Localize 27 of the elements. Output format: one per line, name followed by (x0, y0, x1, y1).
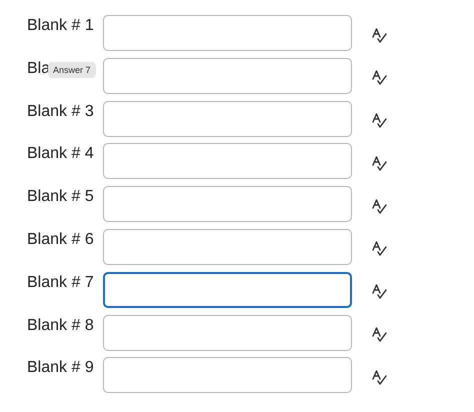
answer-field[interactable] (103, 228, 352, 265)
spellcheck-icon[interactable] (372, 113, 387, 128)
answer-field[interactable] (103, 272, 352, 308)
blank-label: Blank # 6 (27, 230, 94, 248)
blank-label: Blank # 3 (27, 102, 94, 120)
blank-label: Blank # 1 (27, 17, 94, 34)
spellcheck-icon[interactable] (372, 327, 387, 342)
answer-field[interactable] (103, 15, 352, 51)
spellcheck-icon[interactable] (372, 284, 387, 300)
blank-label: Blank # 9 (27, 359, 94, 376)
spellcheck-icon[interactable] (372, 370, 387, 385)
spellcheck-icon[interactable] (372, 241, 387, 256)
answer-field[interactable] (103, 58, 352, 94)
tooltip: Answer 7 (48, 62, 96, 78)
blank-label: Blank # 7 (27, 274, 94, 291)
spellcheck-icon[interactable] (372, 156, 387, 171)
answer-field[interactable] (103, 100, 352, 137)
answer-field[interactable] (103, 357, 352, 394)
blank-label: Blank # 4 (27, 145, 94, 162)
blank-label: Blank # 8 (27, 316, 94, 334)
spellcheck-icon[interactable] (372, 198, 387, 214)
spellcheck-icon[interactable] (372, 70, 387, 86)
answer-field[interactable] (103, 314, 352, 351)
answer-field[interactable] (103, 186, 352, 222)
answer-field[interactable] (103, 143, 352, 180)
blank-label: Blank # 5 (27, 188, 94, 206)
spellcheck-icon[interactable] (372, 28, 387, 42)
